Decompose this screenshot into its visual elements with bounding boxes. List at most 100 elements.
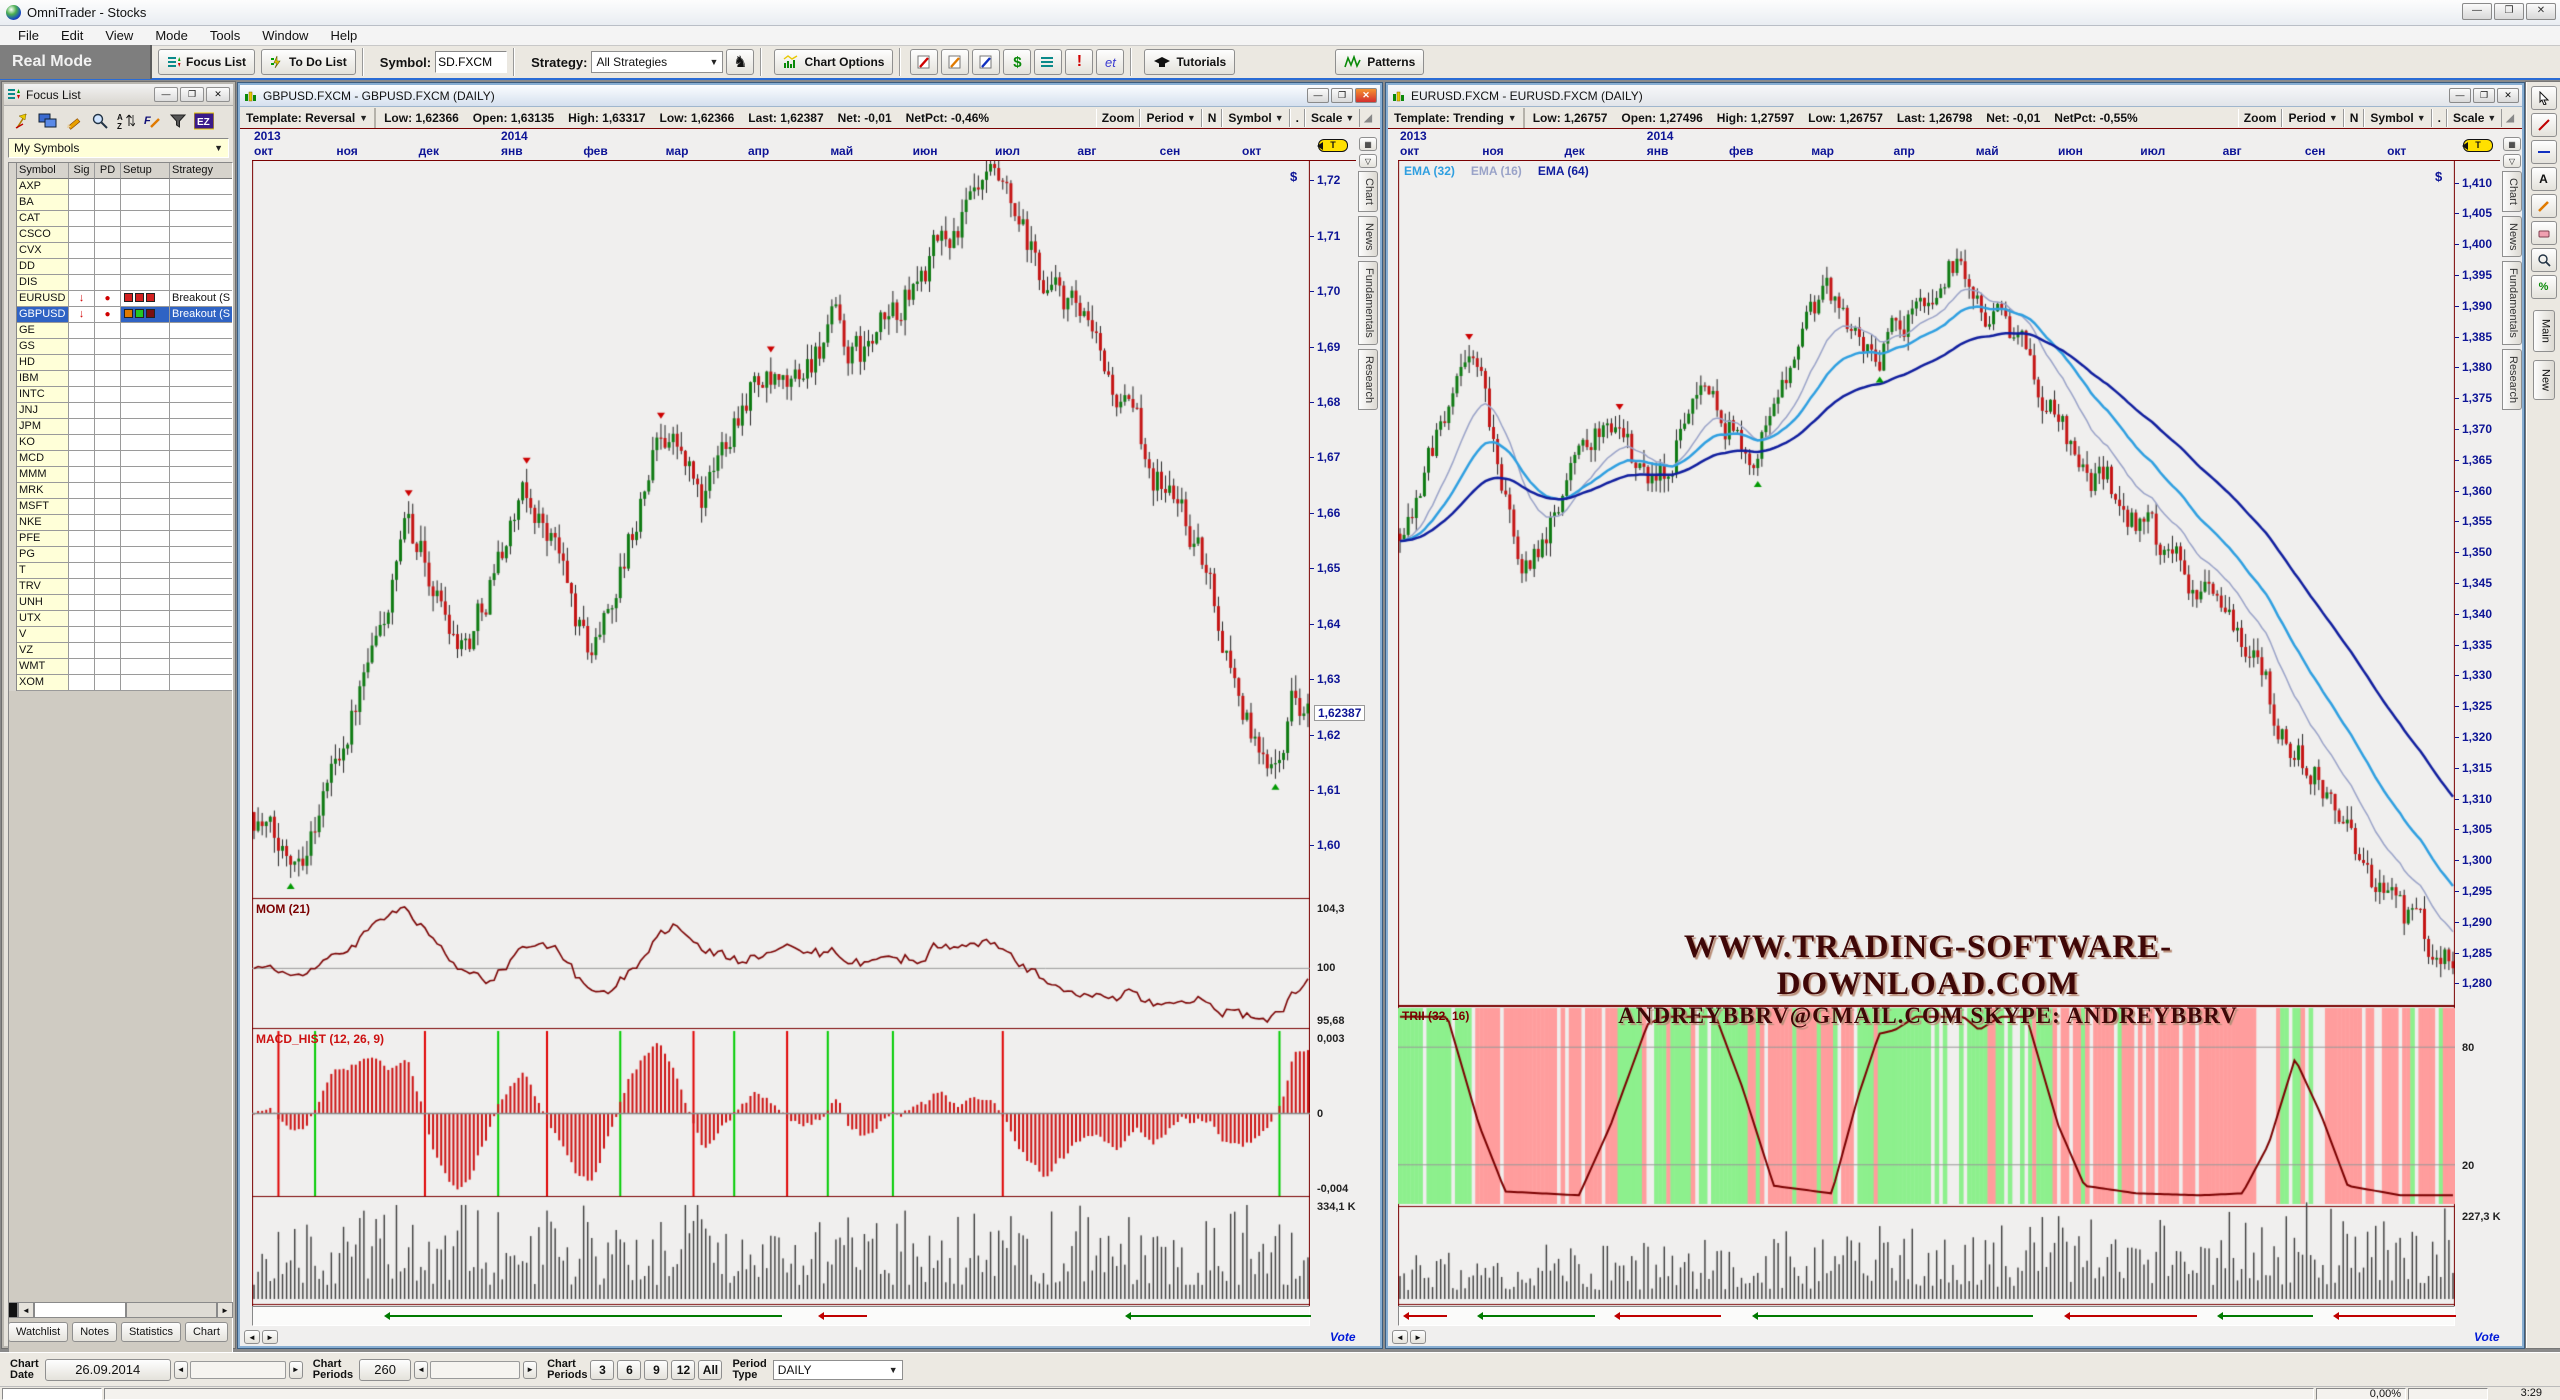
note-red-button[interactable]: [910, 49, 938, 75]
column-header-symbol[interactable]: Symbol: [17, 163, 69, 179]
symbol-cell[interactable]: PG: [17, 547, 69, 563]
patterns-button[interactable]: Patterns: [1335, 49, 1424, 75]
trendline-tool-button[interactable]: [2531, 113, 2557, 137]
scroll-right-button[interactable]: ►: [217, 1302, 233, 1318]
column-header-strategy[interactable]: Strategy: [170, 163, 232, 179]
table-row[interactable]: BA: [9, 195, 232, 211]
tab-new[interactable]: New: [2533, 360, 2555, 400]
table-row[interactable]: IBM: [9, 371, 232, 387]
tab-notes[interactable]: Notes: [72, 1322, 117, 1342]
symbol-cell[interactable]: PFE: [17, 531, 69, 547]
cursor-tool-button[interactable]: [2531, 86, 2557, 110]
chart-tools-button[interactable]: ▦: [1359, 137, 1377, 151]
sort-az-icon[interactable]: AZ: [116, 111, 136, 131]
side-tab-chart[interactable]: Chart: [1358, 171, 1378, 212]
table-row[interactable]: MMM: [9, 467, 232, 483]
table-row[interactable]: CVX: [9, 243, 232, 259]
menu-edit[interactable]: Edit: [51, 26, 93, 45]
price-chart-canvas[interactable]: [1398, 161, 2455, 1306]
menu-file[interactable]: File: [8, 26, 49, 45]
symbol-cell[interactable]: DD: [17, 259, 69, 275]
symbol-cell[interactable]: IBM: [17, 371, 69, 387]
period-type-select[interactable]: DAILY▼: [773, 1360, 903, 1380]
symbol-cell[interactable]: MRK: [17, 483, 69, 499]
et-button[interactable]: et: [1096, 49, 1124, 75]
chart-tools-button[interactable]: ▦: [2503, 137, 2521, 151]
control-dot[interactable]: .: [1290, 109, 1305, 127]
close-button[interactable]: ✕: [2526, 3, 2556, 20]
scroll-right-button[interactable]: ►: [1410, 1330, 1426, 1344]
horizontal-scrollbar[interactable]: ◄►: [8, 1302, 233, 1318]
zoom-tool-button[interactable]: [2531, 248, 2557, 272]
search-icon[interactable]: [90, 111, 110, 131]
control-period[interactable]: Period▼: [1140, 109, 1201, 127]
period-button-all[interactable]: All: [698, 1360, 722, 1380]
side-tab-research[interactable]: Research: [1358, 349, 1378, 410]
period-button-9[interactable]: 9: [644, 1360, 668, 1380]
scroll-left-button[interactable]: ◄: [1392, 1330, 1408, 1344]
periods-slider[interactable]: [430, 1361, 520, 1379]
date-back-button[interactable]: ◄: [174, 1361, 188, 1379]
control-scale[interactable]: Scale▼: [1305, 109, 1360, 127]
maximize-button[interactable]: ❐: [1331, 88, 1353, 103]
chart-periods-value[interactable]: 260: [359, 1359, 411, 1381]
formula-icon[interactable]: F: [142, 111, 162, 131]
alert-button[interactable]: !: [1065, 49, 1093, 75]
period-button-6[interactable]: 6: [617, 1360, 641, 1380]
symbol-cell[interactable]: GE: [17, 323, 69, 339]
table-row[interactable]: XOM: [9, 675, 232, 691]
table-row[interactable]: DIS: [9, 275, 232, 291]
date-forward-button[interactable]: ►: [289, 1361, 303, 1379]
app-titlebar[interactable]: OmniTrader - Stocks — ❐ ✕: [0, 0, 2560, 26]
chart-options-button[interactable]: Chart Options: [774, 49, 893, 75]
side-tab-news[interactable]: News: [2502, 216, 2522, 258]
table-row[interactable]: GS: [9, 339, 232, 355]
strategy-select[interactable]: All Strategies▼: [591, 51, 723, 73]
eraser-tool-button[interactable]: [2531, 221, 2557, 245]
table-row[interactable]: T: [9, 563, 232, 579]
minimize-button[interactable]: —: [2462, 3, 2492, 20]
todo-list-button[interactable]: To Do List: [261, 49, 356, 75]
symbol-cell[interactable]: UNH: [17, 595, 69, 611]
maximize-button[interactable]: ❐: [2494, 3, 2524, 20]
symbol-cell[interactable]: T: [17, 563, 69, 579]
table-row[interactable]: EURUSD↓●Breakout (S: [9, 291, 232, 307]
focus-list-button[interactable]: Focus List: [158, 49, 255, 75]
symbol-cell[interactable]: TRV: [17, 579, 69, 595]
tab-main[interactable]: Main: [2533, 310, 2555, 352]
template-select[interactable]: Template: Reversal▼: [240, 108, 376, 128]
maximize-button[interactable]: ❐: [180, 87, 204, 102]
symbol-cell[interactable]: WMT: [17, 659, 69, 675]
dollar-button[interactable]: $: [1003, 49, 1031, 75]
menu-help[interactable]: Help: [320, 26, 367, 45]
chart-window-titlebar[interactable]: GBPUSD.FXCM - GBPUSD.FXCM (DAILY)—❐✕: [240, 85, 1380, 107]
control-n[interactable]: N: [2344, 109, 2365, 127]
side-tab-research[interactable]: Research: [2502, 349, 2522, 410]
tutorials-button[interactable]: Tutorials: [1144, 49, 1235, 75]
symbol-cell[interactable]: CAT: [17, 211, 69, 227]
symbol-cell[interactable]: CSCO: [17, 227, 69, 243]
table-row[interactable]: GBPUSD↓●Breakout (S: [9, 307, 232, 323]
period-button-3[interactable]: 3: [590, 1360, 614, 1380]
note-blue-button[interactable]: [972, 49, 1000, 75]
maximize-button[interactable]: ❐: [2473, 88, 2495, 103]
symbol-cell[interactable]: BA: [17, 195, 69, 211]
symbol-cell[interactable]: EURUSD: [17, 291, 69, 307]
symbol-cell[interactable]: HD: [17, 355, 69, 371]
table-row[interactable]: GE: [9, 323, 232, 339]
tab-chart[interactable]: Chart: [185, 1322, 228, 1342]
table-row[interactable]: UNH: [9, 595, 232, 611]
table-row[interactable]: AXP: [9, 179, 232, 195]
table-row[interactable]: PFE: [9, 531, 232, 547]
table-row[interactable]: DD: [9, 259, 232, 275]
monitors-icon[interactable]: [38, 111, 58, 131]
price-chart-canvas[interactable]: [252, 161, 1310, 1306]
control-n[interactable]: N: [1202, 109, 1223, 127]
table-row[interactable]: CAT: [9, 211, 232, 227]
table-row[interactable]: UTX: [9, 611, 232, 627]
table-row[interactable]: INTC: [9, 387, 232, 403]
table-row[interactable]: TRV: [9, 579, 232, 595]
text-tool-button[interactable]: A: [2531, 167, 2557, 191]
table-row[interactable]: MCD: [9, 451, 232, 467]
side-tab-fundamentals[interactable]: Fundamentals: [2502, 261, 2522, 345]
